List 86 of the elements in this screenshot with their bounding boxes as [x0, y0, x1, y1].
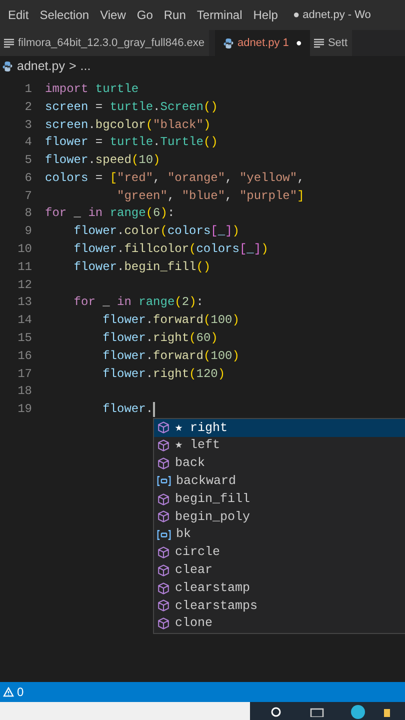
code-line: flower.speed(10) — [45, 152, 160, 170]
line-number: 1 — [24, 80, 32, 98]
code-line: for _ in range(6): — [45, 205, 175, 222]
suggestion-item[interactable]: backward — [154, 472, 405, 490]
code-line: for _ in range(2): — [72, 294, 204, 312]
search-icon[interactable] — [270, 705, 282, 717]
taskbar-search-field[interactable] — [0, 702, 250, 720]
breadcrumb-separator: > — [68, 58, 76, 75]
code-line: screen = turtle.Screen() — [45, 98, 218, 116]
editor-tab[interactable]: adnet.py 1 ● — [214, 30, 310, 56]
unsaved-dot: ● — [296, 36, 302, 50]
lines-icon — [4, 38, 14, 48]
editor-tab[interactable]: filmora_64bit_12.3.0_gray_full846.exe — [0, 30, 209, 56]
suggestion-item[interactable]: begin_poly — [154, 508, 405, 526]
cube-icon — [157, 564, 170, 577]
line-number: 12 — [16, 276, 32, 294]
menu-item[interactable]: Selection — [40, 6, 90, 24]
line-number: 8 — [24, 205, 32, 222]
warning-icon — [3, 687, 14, 697]
suggestion-item[interactable]: ★ left — [154, 436, 405, 455]
menu-item[interactable]: Terminal — [196, 6, 242, 24]
menu-item[interactable]: Help — [253, 6, 278, 24]
code-line: colors = ["red", "orange", "yellow", — [45, 170, 304, 187]
line-number: 3 — [24, 116, 32, 134]
code-line: flower.forward(100) — [102, 348, 240, 365]
suggestion-item[interactable]: back — [154, 454, 405, 472]
line-number: 4 — [24, 134, 32, 152]
cube-icon — [157, 510, 170, 524]
line-number: 6 — [24, 170, 32, 187]
code-line: flower.right(120) — [102, 366, 226, 383]
python-icon — [222, 38, 234, 48]
code-line: flower.right(60) — [102, 330, 218, 348]
window-title: ● adnet.py - Wo — [292, 8, 371, 23]
line-number: 16 — [16, 348, 32, 365]
menu-item[interactable]: Edit — [8, 6, 29, 24]
python-icon — [2, 60, 13, 72]
code-line: flower = turtle.Turtle() — [45, 134, 218, 152]
code-line: flower.fillcolor(colors[_]) — [72, 241, 268, 258]
variable-icon — [157, 528, 171, 541]
code-line: flower.color(colors[_]) — [72, 223, 240, 240]
editor-tab[interactable]: Sett — [310, 30, 352, 56]
code-line: flower. — [102, 401, 154, 418]
code-line: flower.begin_fill() — [72, 258, 211, 276]
code-line: import turtle — [45, 80, 139, 98]
line-number: 18 — [16, 383, 32, 400]
suggestion-item[interactable]: ★ right — [154, 419, 405, 437]
menu-item[interactable]: Run — [164, 6, 186, 24]
line-number: 5 — [24, 152, 32, 170]
suggestion-item[interactable]: clearstamps — [154, 596, 405, 615]
suggestion-item[interactable]: bk — [154, 526, 405, 544]
suggestion-item[interactable]: clone — [154, 614, 405, 633]
cube-icon — [157, 546, 170, 559]
cube-icon — [157, 439, 170, 452]
code-line: flower.forward(100) — [102, 312, 240, 330]
menu-item[interactable]: View — [100, 6, 126, 24]
line-number: 15 — [16, 330, 32, 348]
line-number: 2 — [24, 98, 32, 116]
code-line: "green", "blue", "purple"] — [116, 188, 304, 205]
line-number: 13 — [16, 294, 32, 312]
menu-item[interactable]: Go — [136, 6, 153, 24]
tab-label: filmora_64bit_12.3.0_gray_full846.exe — [18, 36, 205, 51]
line-number: 11 — [16, 258, 32, 276]
breadcrumb-file[interactable]: adnet.py — [17, 56, 65, 76]
cube-icon — [157, 599, 170, 612]
line-number: 19 — [16, 401, 32, 418]
cube-icon — [157, 421, 170, 434]
cube-icon — [157, 617, 170, 630]
breadcrumb-more[interactable]: ... — [80, 56, 91, 76]
warning-count[interactable]: 0 — [17, 683, 24, 701]
tab-label: Sett — [328, 36, 348, 51]
suggestion-item[interactable]: clearstamp — [154, 579, 405, 597]
line-number: 10 — [16, 241, 32, 258]
line-number: 7 — [24, 188, 32, 205]
line-number: 14 — [16, 312, 32, 330]
suggestion-item[interactable]: clear — [154, 561, 405, 580]
line-number: 17 — [16, 366, 32, 383]
variable-icon — [157, 475, 171, 488]
cube-icon — [157, 456, 170, 470]
cube-icon — [157, 492, 170, 506]
suggestion-item[interactable]: begin_fill — [154, 490, 405, 508]
code-line: screen.bgcolor("black") — [45, 116, 211, 134]
tab-label: adnet.py 1 — [238, 36, 289, 51]
cube-icon — [157, 582, 170, 595]
lines-icon — [314, 38, 324, 48]
suggestion-item[interactable]: circle — [154, 544, 405, 562]
line-number: 9 — [24, 223, 32, 240]
